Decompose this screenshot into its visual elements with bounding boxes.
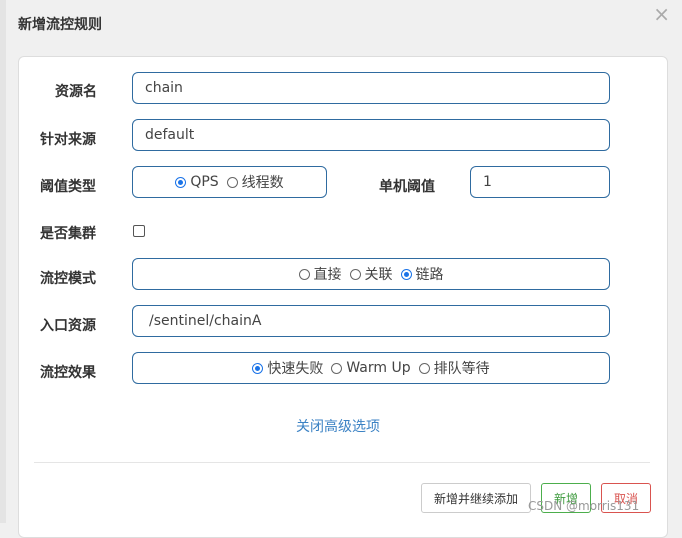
resource-name-input[interactable] — [133, 73, 609, 103]
grade-option-thread[interactable]: 线程数 — [226, 172, 284, 192]
background-page-edge — [0, 0, 6, 523]
grade-option-qps-label: QPS — [190, 174, 219, 190]
grade-label: 阈值类型 — [40, 179, 96, 195]
limit-app-input[interactable] — [133, 120, 609, 150]
watermark-text: CSDN @morris131 — [528, 499, 640, 513]
grade-option-thread-label: 线程数 — [241, 175, 284, 191]
strategy-option-chain-label: 链路 — [415, 267, 444, 283]
advanced-options-toggle[interactable]: 关闭高级选项 — [296, 416, 380, 436]
strategy-option-direct[interactable]: 直接 — [298, 264, 342, 284]
dialog-title: 新增流控规则 — [18, 17, 102, 33]
radio-unchecked-icon — [298, 268, 310, 280]
behavior-option-warm-up-label: Warm Up — [346, 360, 411, 376]
radio-unchecked-icon — [418, 362, 430, 374]
control-behavior-radio-group: 快速失败 Warm Up 排队等待 — [132, 352, 610, 384]
behavior-option-fast-fail[interactable]: 快速失败 — [252, 358, 323, 378]
close-icon[interactable]: × — [653, 4, 670, 24]
radio-checked-icon — [252, 362, 264, 374]
strategy-option-chain[interactable]: 链路 — [400, 264, 444, 284]
resource-name-label: 资源名 — [55, 84, 97, 100]
radio-checked-icon — [175, 176, 187, 188]
count-label: 单机阈值 — [379, 179, 435, 195]
strategy-label: 流控模式 — [40, 271, 96, 287]
strategy-option-direct-label: 直接 — [313, 267, 342, 283]
count-input[interactable] — [471, 167, 609, 197]
radio-unchecked-icon — [349, 268, 361, 280]
control-behavior-label: 流控效果 — [40, 365, 96, 381]
dialog-header: 新增流控规则 × — [0, 0, 682, 56]
limit-app-field — [132, 119, 610, 151]
behavior-option-warm-up[interactable]: Warm Up — [331, 360, 411, 376]
radio-checked-icon — [400, 268, 412, 280]
strategy-radio-group: 直接 关联 链路 — [132, 258, 610, 290]
count-field — [470, 166, 610, 198]
behavior-option-queue-label: 排队等待 — [433, 361, 490, 377]
cluster-label: 是否集群 — [40, 226, 96, 242]
ref-resource-input[interactable] — [133, 306, 609, 336]
grade-radio-group: QPS 线程数 — [132, 166, 327, 198]
ref-resource-field — [132, 305, 610, 337]
resource-name-field — [132, 72, 610, 104]
grade-option-qps[interactable]: QPS — [175, 174, 219, 190]
ref-resource-label: 入口资源 — [40, 318, 96, 334]
limit-app-label: 针对来源 — [40, 132, 96, 148]
strategy-option-relate[interactable]: 关联 — [349, 264, 393, 284]
cluster-checkbox[interactable] — [133, 225, 145, 237]
footer-divider — [34, 462, 650, 463]
add-and-continue-button[interactable]: 新增并继续添加 — [421, 483, 531, 513]
behavior-option-queue[interactable]: 排队等待 — [418, 358, 490, 378]
behavior-option-fast-fail-label: 快速失败 — [267, 361, 324, 377]
radio-unchecked-icon — [226, 176, 238, 188]
radio-unchecked-icon — [331, 362, 343, 374]
strategy-option-relate-label: 关联 — [364, 267, 393, 283]
